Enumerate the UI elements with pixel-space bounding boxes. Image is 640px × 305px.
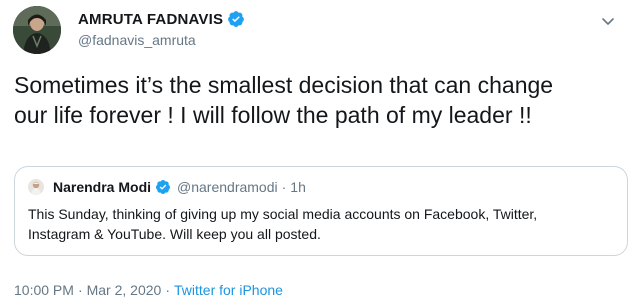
avatar-image xyxy=(13,6,61,54)
author-handle[interactable]: @fadnavis_amruta xyxy=(78,32,245,48)
display-name[interactable]: AMRUTA FADNAVIS xyxy=(78,11,223,28)
tweet-date[interactable]: Mar 2, 2020 xyxy=(87,282,162,298)
tweet-meta: 10:00 PM · Mar 2, 2020 · Twitter for iPhone xyxy=(14,282,283,298)
quoted-tweet-text: This Sunday, thinking of giving up my so… xyxy=(28,204,618,244)
display-name-row: AMRUTA FADNAVIS xyxy=(78,9,245,29)
verified-badge-icon xyxy=(227,10,245,28)
meta-separator: · xyxy=(77,282,83,298)
tweet-card: AMRUTA FADNAVIS @fadnavis_amruta Sometim… xyxy=(0,0,640,305)
tweet-time[interactable]: 10:00 PM xyxy=(14,282,74,298)
quoted-handle: @narendramodi xyxy=(177,179,278,195)
meta-separator: · xyxy=(165,282,170,298)
quoted-text-line: This Sunday, thinking of giving up my so… xyxy=(28,206,538,222)
chevron-down-icon[interactable] xyxy=(600,13,616,29)
tweet-source-link[interactable]: Twitter for iPhone xyxy=(174,282,283,298)
quoted-avatar xyxy=(28,179,44,195)
quoted-tweet-header: Narendra Modi @narendramodi · 1h xyxy=(28,177,306,197)
quoted-timestamp: 1h xyxy=(290,179,306,195)
quoted-separator: · xyxy=(281,179,287,195)
tweet-text-line: Sometimes it’s the smallest decision tha… xyxy=(14,72,554,98)
verified-badge-icon xyxy=(155,179,171,195)
avatar[interactable] xyxy=(13,6,61,54)
quoted-tweet[interactable]: Narendra Modi @narendramodi · 1h This Su… xyxy=(14,166,628,256)
quoted-text-line: Instagram & YouTube. Will keep you all p… xyxy=(28,226,321,242)
tweet-text-line: our life forever ! I will follow the pat… xyxy=(14,102,532,128)
author-info: AMRUTA FADNAVIS @fadnavis_amruta xyxy=(78,9,245,48)
quoted-display-name[interactable]: Narendra Modi xyxy=(53,179,151,195)
tweet-text: Sometimes it’s the smallest decision tha… xyxy=(14,70,626,130)
